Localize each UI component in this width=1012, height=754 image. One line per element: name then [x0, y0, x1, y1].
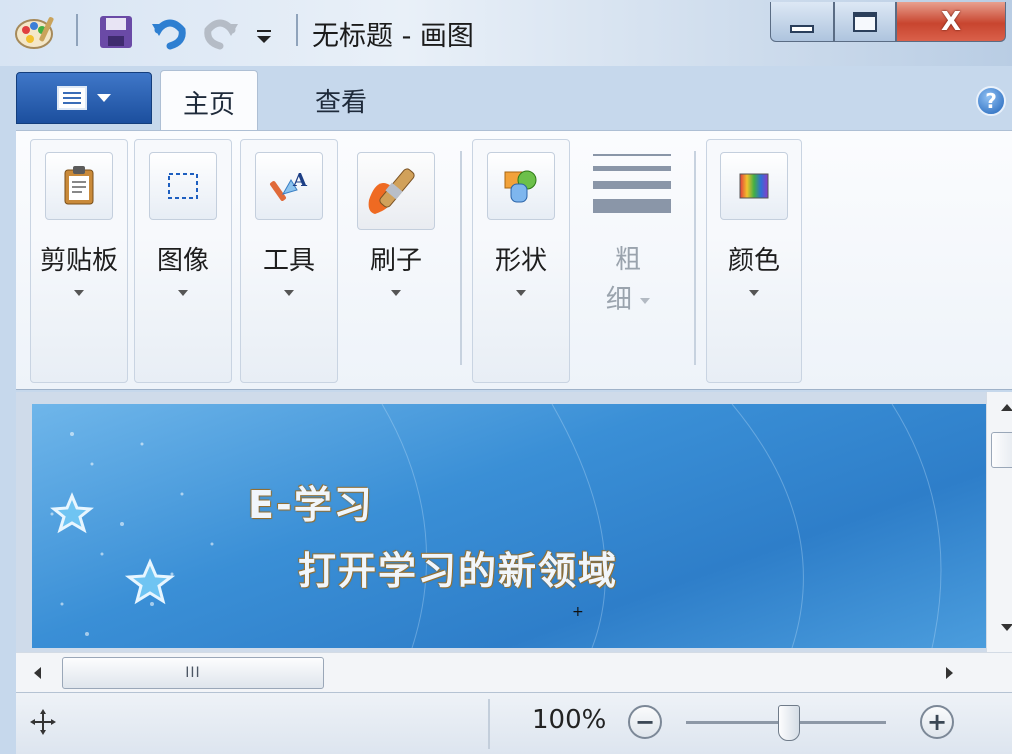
minimize-button[interactable] [770, 2, 834, 42]
horizontal-scrollbar[interactable]: III [16, 652, 1012, 692]
star-icon [50, 492, 176, 605]
close-icon: X [940, 6, 962, 37]
shapes-label: 形状 [494, 246, 547, 276]
clipboard-label: 剪贴板 [39, 246, 118, 276]
tools-label: 工具 [262, 246, 315, 276]
image-group-button[interactable]: 图像 [134, 139, 232, 383]
status-separator [488, 699, 490, 749]
save-icon[interactable] [96, 10, 136, 54]
menu-icon [57, 86, 87, 110]
chevron-down-icon [97, 94, 111, 102]
tab-view[interactable]: 查看 [286, 70, 396, 130]
status-bar: 100% − + [16, 692, 1012, 754]
paint-app-icon[interactable] [14, 10, 58, 54]
thickness-lines-icon [593, 154, 671, 213]
select-icon [149, 152, 217, 220]
cursor-position-icon [30, 709, 56, 735]
scroll-down-icon[interactable] [1001, 624, 1012, 631]
color-palette-icon [720, 152, 788, 220]
titlebar-separator [76, 14, 78, 46]
svg-text:A: A [292, 170, 308, 191]
zoom-in-button[interactable]: + [920, 705, 954, 739]
tab-home[interactable]: 主页 [160, 70, 258, 134]
chevron-down-icon [284, 290, 294, 296]
zoom-slider-thumb[interactable] [778, 705, 800, 741]
thickness-group-button[interactable]: 粗 细 [582, 139, 688, 383]
vertical-scroll-thumb[interactable] [991, 432, 1012, 468]
canvas-text-line2: 打开学习的新领域 [298, 549, 619, 593]
chevron-down-icon [391, 290, 401, 296]
chevron-down-icon [516, 290, 526, 296]
titlebar-separator [296, 14, 298, 46]
redo-icon[interactable] [200, 10, 240, 54]
chevron-down-icon [640, 297, 651, 304]
drawing-canvas[interactable]: + E-学习 打开学习的新领域 [32, 404, 986, 648]
close-button[interactable]: X [896, 2, 1006, 42]
ribbon-panel: 剪贴板 图像 A 工具 刷子 形状 粗 细 颜色 [16, 130, 1012, 390]
chevron-down-icon [74, 290, 84, 296]
undo-icon[interactable] [150, 10, 190, 54]
image-label: 图像 [156, 246, 209, 276]
ribbon-tabs: 主页 查看 ? [16, 66, 1012, 136]
clipboard-icon [45, 152, 113, 220]
chevron-down-icon [749, 290, 759, 296]
scroll-right-icon[interactable] [946, 667, 953, 679]
scroll-grip-icon: III [185, 665, 201, 681]
horizontal-scroll-thumb[interactable]: III [62, 657, 324, 689]
paint-window: 无标题 - 画图 X 主页 查看 ? 剪贴板 图像 A 工具 刷子 形状 粗 细… [0, 0, 1012, 754]
group-separator [694, 151, 696, 365]
thickness-label-line1: 粗 [614, 245, 641, 275]
window-title: 无标题 - 画图 [312, 21, 474, 52]
maximize-button[interactable] [834, 2, 896, 42]
vertical-scrollbar[interactable] [986, 392, 1012, 652]
canvas-workarea: + E-学习 打开学习的新领域 [16, 392, 1012, 652]
window-minimize-icon [790, 24, 814, 33]
tools-group-button[interactable]: A 工具 [240, 139, 338, 383]
brushes-group-button[interactable]: 刷子 [346, 139, 446, 383]
scroll-up-icon[interactable] [1001, 404, 1012, 411]
zoom-level: 100% [532, 705, 607, 735]
shapes-icon [487, 152, 555, 220]
colors-label: 颜色 [727, 246, 780, 276]
clipboard-group-button[interactable]: 剪贴板 [30, 139, 128, 383]
customize-dropdown-icon[interactable] [254, 10, 274, 54]
brush-icon [357, 152, 435, 230]
svg-text:+: + [572, 604, 584, 620]
tools-icon: A [255, 152, 323, 220]
chevron-down-icon [178, 290, 188, 296]
canvas-text-line1: E-学习 [248, 483, 374, 527]
thickness-label-line2: 细 [583, 280, 673, 320]
title-bar: 无标题 - 画图 X [0, 0, 1012, 66]
window-maximize-icon [853, 11, 877, 32]
shapes-group-button[interactable]: 形状 [472, 139, 570, 383]
application-menu-button[interactable] [16, 72, 152, 124]
help-icon[interactable]: ? [976, 86, 1006, 116]
scroll-left-icon[interactable] [34, 667, 41, 679]
group-separator [460, 151, 462, 365]
canvas-background-image: + [50, 404, 942, 648]
zoom-out-button[interactable]: − [628, 705, 662, 739]
colors-group-button[interactable]: 颜色 [706, 139, 802, 383]
brushes-label: 刷子 [369, 246, 422, 276]
